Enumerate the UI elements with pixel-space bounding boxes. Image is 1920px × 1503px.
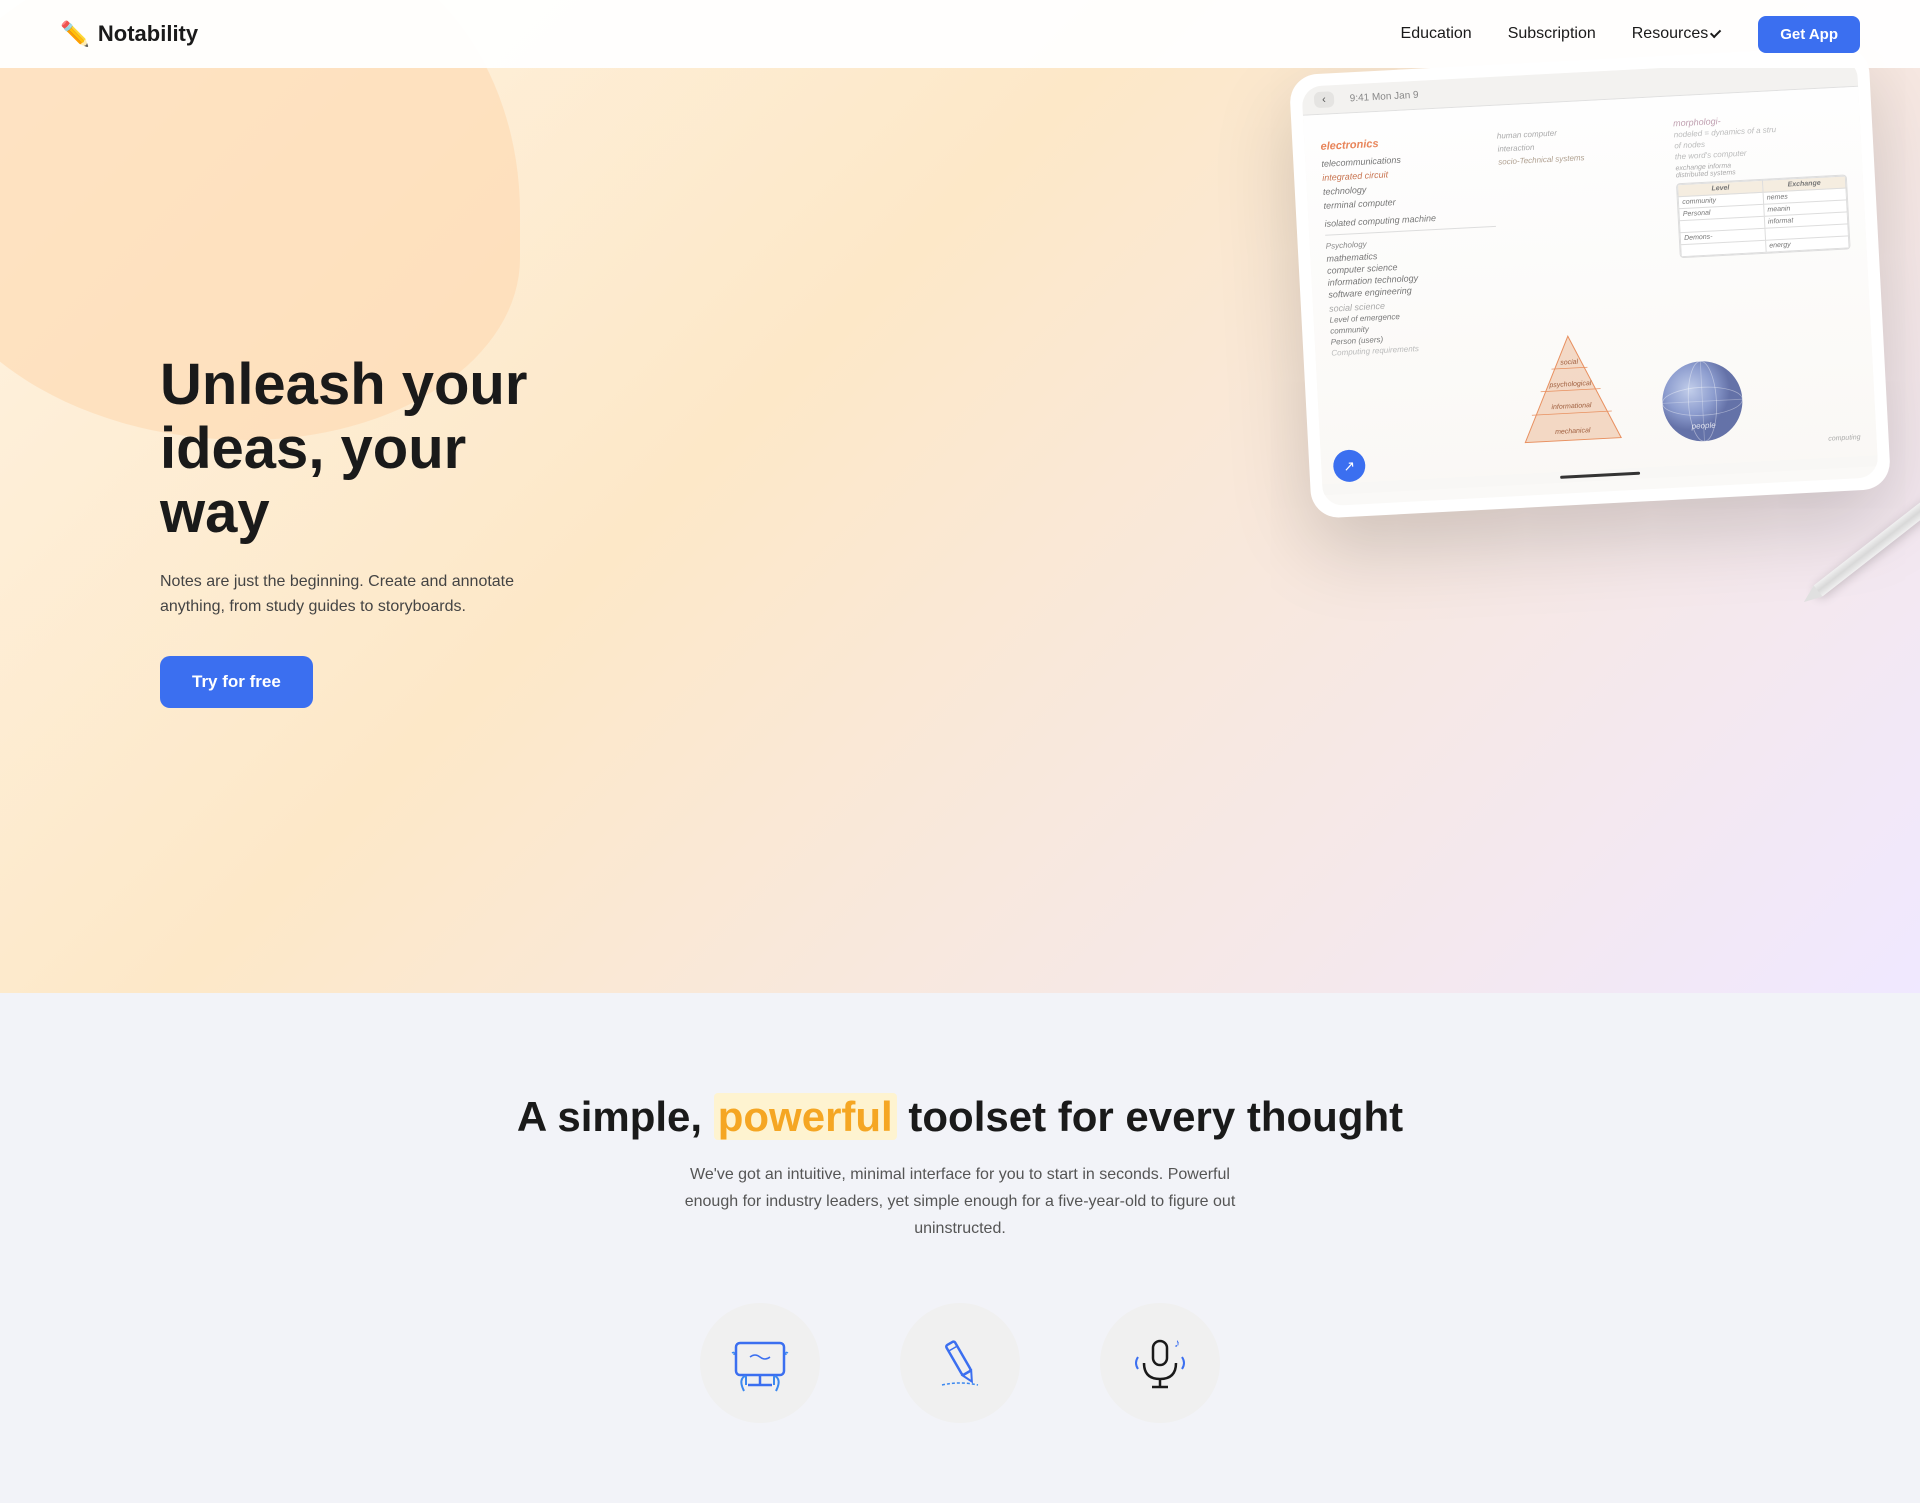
feature-record: ♪ xyxy=(1100,1303,1220,1423)
nav-education[interactable]: Education xyxy=(1401,25,1472,43)
screen-icon-circle xyxy=(700,1303,820,1423)
try-for-free-button[interactable]: Try for free xyxy=(160,656,313,708)
pencil-icon xyxy=(930,1333,990,1393)
features-section: A simple, powerful toolset for every tho… xyxy=(0,993,1920,1503)
logo-text: Notability xyxy=(98,21,198,47)
pyramid-diagram: mechanical informational psychological s… xyxy=(1507,325,1633,451)
features-description: We've got an intuitive, minimal interfac… xyxy=(670,1161,1250,1243)
screen-icon xyxy=(730,1333,790,1393)
feature-screen xyxy=(700,1303,820,1423)
logo-icon: ✏️ xyxy=(60,20,90,49)
chevron-down-icon xyxy=(1710,27,1721,38)
svg-text:social: social xyxy=(1560,359,1579,367)
mic-icon: ♪ xyxy=(1130,1333,1190,1393)
tablet-mockup: ‹ 9:41 Mon Jan 9 electronics telecommuni… xyxy=(1260,60,1920,504)
tablet-back-button[interactable]: ‹ xyxy=(1314,91,1334,108)
nav-links: Education Subscription Resources Get App xyxy=(1401,16,1860,53)
mic-icon-circle: ♪ xyxy=(1100,1303,1220,1423)
nav-resources[interactable]: Resources xyxy=(1632,25,1722,43)
svg-text:people: people xyxy=(1691,421,1717,431)
hero-content: Unleash your ideas, your way Notes are j… xyxy=(0,353,560,708)
get-app-button[interactable]: Get App xyxy=(1758,16,1860,53)
sphere-diagram: people xyxy=(1655,354,1750,449)
navbar: ✏️ Notability Education Subscription Res… xyxy=(0,0,1920,68)
features-row: ♪ xyxy=(60,1303,1860,1423)
nav-subscription[interactable]: Subscription xyxy=(1508,25,1596,43)
tablet-frame: ‹ 9:41 Mon Jan 9 electronics telecommuni… xyxy=(1289,45,1891,519)
hero-description: Notes are just the beginning. Create and… xyxy=(160,569,560,620)
feature-write xyxy=(900,1303,1020,1423)
hero-title: Unleash your ideas, your way xyxy=(160,353,560,544)
tablet-screen: ‹ 9:41 Mon Jan 9 electronics telecommuni… xyxy=(1301,58,1878,507)
tablet-body: electronics telecommunications integrate… xyxy=(1303,87,1878,496)
tablet-timestamp: 9:41 Mon Jan 9 xyxy=(1349,89,1418,104)
hero-section: Unleash your ideas, your way Notes are j… xyxy=(0,0,1920,993)
svg-text:♪: ♪ xyxy=(1174,1336,1180,1350)
export-button[interactable]: ↗ xyxy=(1332,449,1366,483)
pencil-icon-circle xyxy=(900,1303,1020,1423)
logo[interactable]: ✏️ Notability xyxy=(60,20,198,49)
features-title: A simple, powerful toolset for every tho… xyxy=(60,1093,1860,1141)
